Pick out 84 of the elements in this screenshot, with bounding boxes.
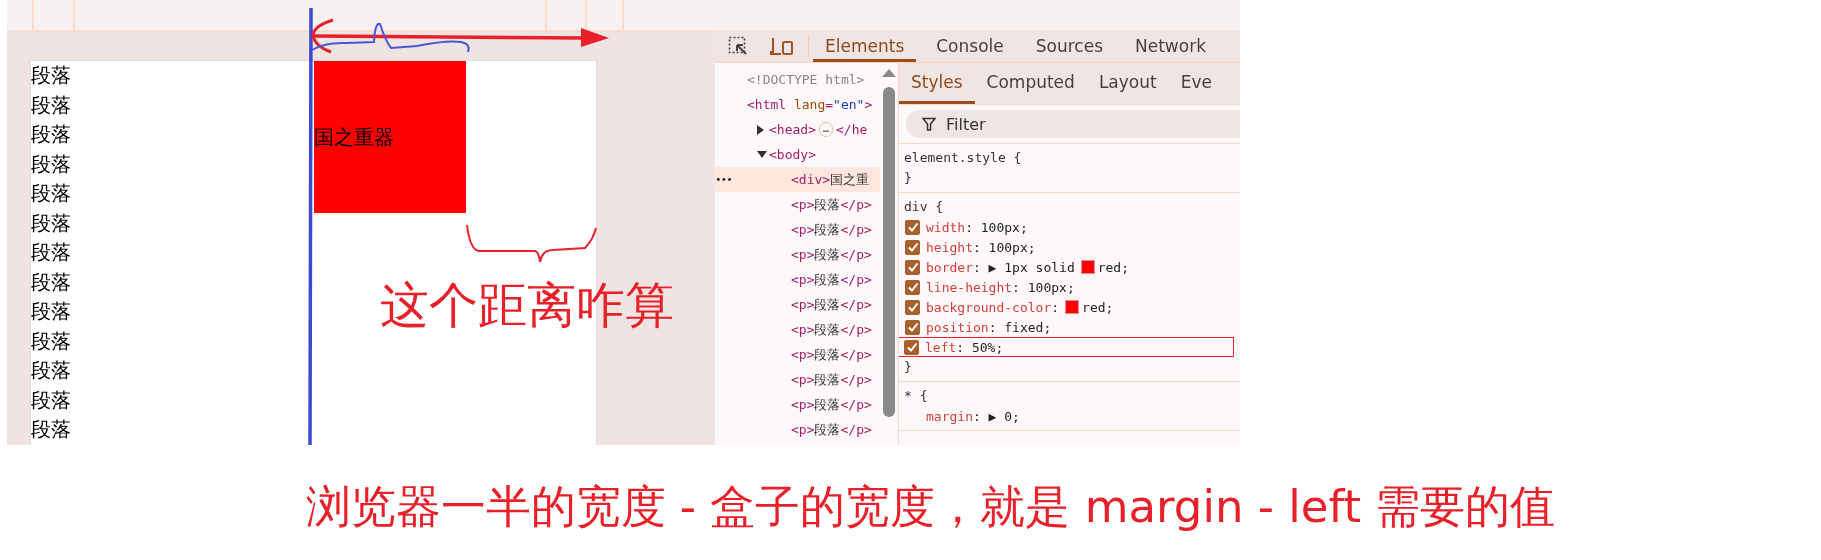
device-icon[interactable] [770,36,794,56]
css-selector: * { [904,387,929,405]
box-text: 国之重器 [314,123,394,151]
dom-node[interactable]: <html lang="en"> [715,92,880,117]
node-markup: <p>段落</p> [791,270,872,289]
paragraph-text: 段落 [31,386,71,414]
node-markup: <p>段落</p> [791,295,872,314]
panel-tab[interactable]: Layout [1086,63,1169,104]
paragraph-text: 段落 [31,209,71,237]
node-markup: </he [836,122,868,137]
node-markup: <p>段落</p> [791,345,872,364]
declaration-text: background-color: [926,299,1060,315]
node-markup: <head> [769,122,816,137]
paragraph-text: 段落 [31,121,71,148]
checkbox[interactable] [905,319,920,335]
annotation-note: 这个距离咋算 [380,276,674,336]
checkbox[interactable] [905,219,920,235]
declaration-text: height: 100px; [926,239,1036,255]
node-markup: <p>段落</p> [791,320,872,339]
devtools-tab[interactable]: Network [1123,30,1218,62]
annotation-caption: 浏览器一半的宽度 - 盒子的宽度，就是 margin - left 需要的值 [305,481,1556,533]
paragraph-text: 段落 [31,62,71,89]
declaration-text: red; [1082,299,1114,315]
paragraph-text: 段落 [31,180,71,207]
paragraph-text: 段落 [31,357,71,384]
node-markup: <div>国之重 [791,170,870,189]
dom-node[interactable]: <p>段落</p> [715,417,880,442]
node-markup: <p>段落</p> [791,245,872,264]
dom-node[interactable]: <p>段落</p> [715,367,880,392]
collapse-arrow-icon[interactable] [757,151,767,158]
dom-node[interactable]: <p>段落</p> [715,292,880,317]
dom-node[interactable]: <p>段落</p> [715,267,880,292]
declaration-text: line-height: 100px; [926,279,1075,295]
dom-node[interactable]: <head> … </he [715,117,880,142]
declaration-text: margin: ▶ 0; [926,408,1020,424]
node-markup: <p>段落</p> [791,370,872,389]
devtools-tab[interactable]: Sources [1023,30,1115,62]
checkbox[interactable] [905,259,920,275]
devtools-tab[interactable]: Console [924,30,1016,62]
dom-node[interactable]: <!DOCTYPE html> [715,67,880,92]
node-markup: <p>段落</p> [791,420,872,439]
dom-node[interactable]: <p>段落</p> [715,242,880,267]
dom-node[interactable]: <p>段落</p> [715,217,880,242]
paragraph-text: 段落 [31,298,71,325]
node-markup: <p>段落</p> [791,195,872,214]
declaration-text: red; [1097,259,1130,275]
dom-node[interactable]: <p>段落</p> [715,317,880,342]
paragraph-text: 段落 [31,91,71,119]
css-selector: div { [904,198,945,216]
dom-node[interactable]: <p>段落</p> [715,392,880,417]
color-swatch[interactable] [1080,260,1095,274]
dom-node[interactable]: ••• <div>国之重 [715,167,880,192]
checkbox[interactable] [905,299,920,315]
checkbox[interactable] [905,239,920,255]
color-swatch[interactable] [1065,300,1080,314]
css-selector: element.style { [904,149,1023,167]
panel-tab[interactable]: Eve [1168,63,1224,104]
node-markup: <p>段落</p> [791,395,872,414]
node-markup: <p>段落</p> [791,220,872,239]
dom-node[interactable]: <p>段落</p> [715,342,880,367]
node-markup: <body> [769,147,816,162]
declaration-text: width: 100px; [926,219,1028,235]
paragraph-text: 段落 [31,416,71,443]
node-markup: <!DOCTYPE html> [747,72,865,87]
css-brace: } [904,358,913,376]
paragraph-text: 段落 [31,268,71,296]
panel-tab[interactable]: Computed [974,63,1087,104]
expand-arrow-icon[interactable] [757,124,764,135]
declaration-text: left: 50%; [925,339,1004,355]
dom-node[interactable]: <body> [715,142,880,167]
paragraph-text: 段落 [31,150,71,178]
dom-node[interactable]: <p>段落</p> [715,192,880,217]
checkbox[interactable] [905,279,920,295]
declaration-text: border: ▶ 1px solid [926,259,1075,275]
filter-field[interactable]: Filter [906,110,1240,138]
declaration-text: position: fixed; [926,319,1052,335]
paragraph-text: 段落 [31,327,71,355]
node-markup: <html lang="en"> [747,97,873,112]
checkbox[interactable] [904,339,919,355]
css-brace: } [904,169,913,187]
panel-tab[interactable]: Styles [899,63,975,104]
inspect-icon[interactable] [728,36,748,56]
paragraph-text: 段落 [31,239,71,266]
more-button[interactable]: ••• [715,173,732,186]
